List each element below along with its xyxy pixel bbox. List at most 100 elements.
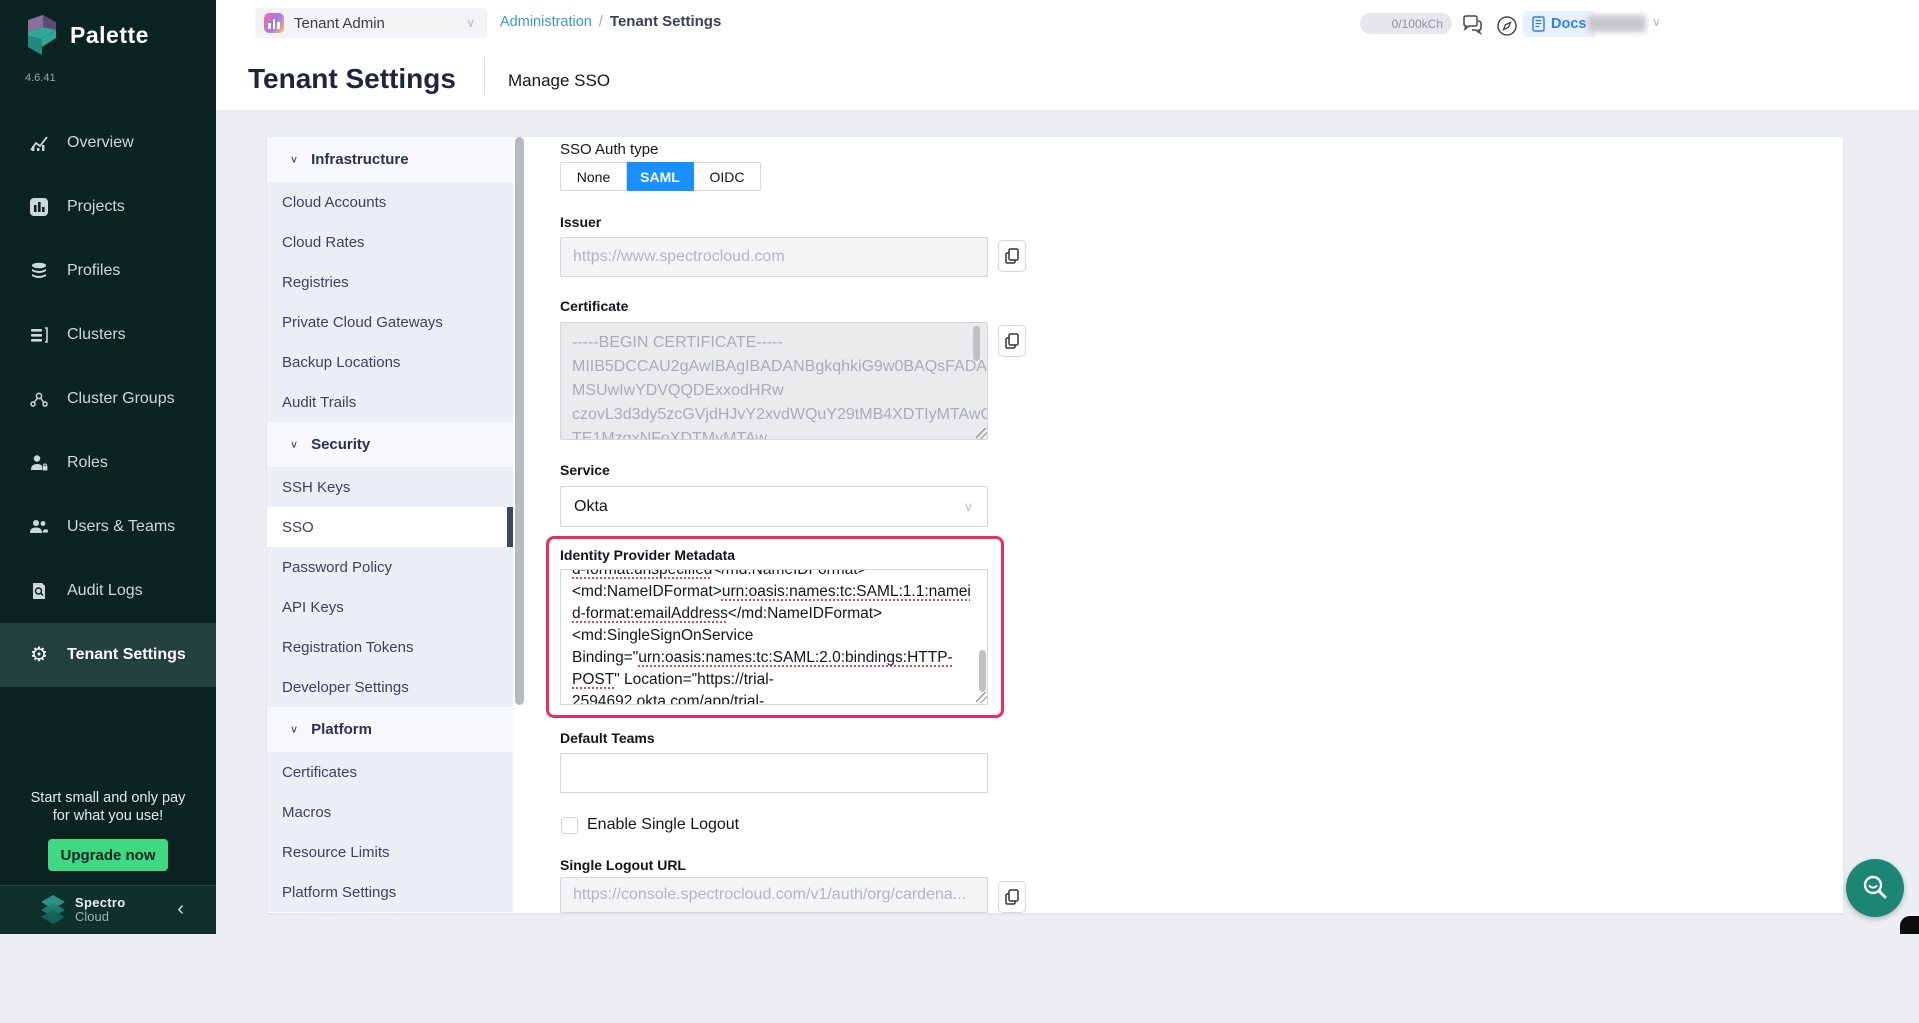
- feedback-chat-button[interactable]: [1461, 14, 1485, 42]
- settings-nav-section-platform[interactable]: ∨Platform: [267, 707, 513, 752]
- idp-metadata-line: POST" Location="https://trial-: [572, 669, 973, 691]
- top-header: Tenant Admin ∨ Administration / Tenant S…: [216, 0, 1919, 110]
- settings-nav: ∨InfrastructureCloud AccountsCloud Rates…: [267, 137, 513, 913]
- settings-nav-item-registration-tokens[interactable]: Registration Tokens: [267, 627, 513, 667]
- settings-nav-item-audit-trails[interactable]: Audit Trails: [267, 382, 513, 422]
- app-sidebar: Palette 4.6.41 Overview Projects Profile…: [0, 0, 216, 934]
- settings-nav-item-registries[interactable]: Registries: [267, 262, 513, 302]
- copy-issuer-button[interactable]: [998, 240, 1026, 272]
- idp-metadata-line: Binding="urn:oasis:names:tc:SAML:2.0:bin…: [572, 647, 973, 669]
- default-teams-input[interactable]: [560, 753, 988, 793]
- sidebar-item-projects[interactable]: Projects: [0, 175, 216, 239]
- settings-nav-item-developer-settings[interactable]: Developer Settings: [267, 667, 513, 707]
- projects-icon: [29, 197, 49, 217]
- sidebar-item-label: Audit Logs: [67, 582, 143, 600]
- tenant-scope-select[interactable]: Tenant Admin ∨: [255, 8, 487, 38]
- sidebar-item-cluster-groups[interactable]: Cluster Groups: [0, 367, 216, 431]
- users-teams-icon: [29, 517, 49, 537]
- settings-nav-scrollbar[interactable]: [515, 137, 524, 705]
- settings-nav-item-backup-locations[interactable]: Backup Locations: [267, 342, 513, 382]
- copy-certificate-button[interactable]: [998, 325, 1026, 357]
- idp-metadata-line: <md:NameIDFormat>urn:oasis:names:tc:SAML…: [572, 581, 973, 603]
- settings-nav-item-api-keys[interactable]: API Keys: [267, 587, 513, 627]
- settings-nav-item-platform-settings[interactable]: Platform Settings: [267, 872, 513, 912]
- user-menu-chevron-icon[interactable]: ∨: [1652, 15, 1661, 29]
- certificate-label: Certificate: [560, 298, 628, 314]
- upgrade-now-button[interactable]: Upgrade now: [48, 839, 168, 871]
- idp-metadata-resize-handle[interactable]: [976, 692, 987, 703]
- sidebar-item-tenant-settings[interactable]: ⚙ Tenant Settings: [0, 623, 216, 687]
- upgrade-promo-text: Start small and only pay for what you us…: [0, 789, 216, 825]
- single-logout-url-label: Single Logout URL: [560, 857, 686, 873]
- certificate-scrollbar[interactable]: [973, 326, 980, 361]
- settings-nav-item-cloud-rates[interactable]: Cloud Rates: [267, 222, 513, 262]
- sidebar-item-label: Clusters: [67, 326, 126, 344]
- sidebar-item-overview[interactable]: Overview: [0, 111, 216, 175]
- roles-icon: [29, 453, 49, 473]
- brand-line1: Spectro: [75, 895, 126, 910]
- collapse-sidebar-button[interactable]: ‹: [177, 898, 184, 921]
- clusters-icon: [29, 325, 49, 345]
- settings-nav-item-certificates[interactable]: Certificates: [267, 752, 513, 792]
- audit-logs-icon: [29, 581, 49, 601]
- sidebar-item-label: Tenant Settings: [67, 646, 186, 664]
- app-name: Palette: [70, 22, 149, 49]
- user-name-redacted[interactable]: [1588, 15, 1646, 32]
- idp-metadata-textarea[interactable]: d-format:unspecified</md:NameIDFormat><m…: [560, 569, 988, 705]
- copy-icon: [1005, 333, 1019, 349]
- sso-type-none-button[interactable]: None: [560, 162, 627, 191]
- content-area: ∨InfrastructureCloud AccountsCloud Rates…: [216, 110, 1919, 934]
- idp-metadata-scrollbar[interactable]: [979, 650, 986, 692]
- tenant-admin-icon: [264, 13, 284, 33]
- sidebar-item-roles[interactable]: Roles: [0, 431, 216, 495]
- sso-auth-type-segmented: None SAML OIDC: [560, 162, 761, 191]
- sidebar-item-label: Cluster Groups: [67, 390, 175, 408]
- idp-metadata-line: <md:SingleSignOnService: [572, 625, 973, 647]
- sidebar-item-clusters[interactable]: Clusters: [0, 303, 216, 367]
- explore-compass-button[interactable]: [1495, 14, 1519, 43]
- profiles-icon: [29, 261, 49, 281]
- title-divider: [484, 57, 485, 95]
- service-select[interactable]: Okta ∨: [560, 486, 988, 527]
- magnifier-smile-icon: [1860, 873, 1890, 903]
- screen-corner-artifact: [1900, 916, 1919, 934]
- breadcrumb-administration[interactable]: Administration: [500, 14, 592, 30]
- enable-single-logout-checkbox[interactable]: [561, 817, 578, 834]
- breadcrumb-separator: /: [599, 14, 603, 30]
- sidebar-item-audit-logs[interactable]: Audit Logs: [0, 559, 216, 623]
- sidebar-item-label: Roles: [67, 454, 108, 472]
- sidebar-item-label: Projects: [67, 198, 125, 216]
- help-search-button[interactable]: [1846, 859, 1904, 917]
- settings-nav-item-resource-limits[interactable]: Resource Limits: [267, 832, 513, 872]
- settings-nav-item-ssh-keys[interactable]: SSH Keys: [267, 467, 513, 507]
- settings-nav-item-sso[interactable]: SSO: [267, 507, 513, 547]
- issuer-input[interactable]: [560, 237, 988, 277]
- settings-nav-section-infrastructure[interactable]: ∨Infrastructure: [267, 137, 513, 182]
- settings-nav-item-cloud-accounts[interactable]: Cloud Accounts: [267, 182, 513, 222]
- single-logout-url-input[interactable]: [560, 877, 988, 913]
- active-item-indicator: [507, 507, 513, 547]
- sso-auth-type-label: SSO Auth type: [560, 141, 658, 158]
- tenant-select-value: Tenant Admin: [294, 15, 385, 32]
- settings-nav-item-macros[interactable]: Macros: [267, 792, 513, 832]
- chevron-down-icon: ∨: [290, 439, 298, 451]
- idp-metadata-label: Identity Provider Metadata: [560, 547, 735, 563]
- tab-manage-sso[interactable]: Manage SSO: [508, 71, 610, 91]
- certificate-textarea[interactable]: -----BEGIN CERTIFICATE----- MIIB5DCCAU2g…: [560, 322, 988, 440]
- sidebar-item-users-teams[interactable]: Users & Teams: [0, 495, 216, 559]
- idp-metadata-line: d-format:unspecified</md:NameIDFormat>: [572, 569, 973, 581]
- sidebar-item-profiles[interactable]: Profiles: [0, 239, 216, 303]
- docs-label: Docs: [1551, 16, 1586, 32]
- certificate-resize-handle[interactable]: [976, 428, 987, 439]
- palette-logo-icon: [22, 14, 60, 56]
- sso-type-oidc-button[interactable]: OIDC: [694, 162, 761, 191]
- settings-nav-section-security[interactable]: ∨Security: [267, 422, 513, 467]
- copy-single-logout-url-button[interactable]: [998, 881, 1026, 913]
- settings-nav-item-private-cloud-gateways[interactable]: Private Cloud Gateways: [267, 302, 513, 342]
- sso-type-saml-button[interactable]: SAML: [627, 162, 694, 191]
- app-version: 4.6.41: [25, 72, 56, 84]
- app-logo: Palette: [22, 14, 149, 56]
- docs-button[interactable]: Docs: [1523, 11, 1595, 37]
- settings-nav-item-password-policy[interactable]: Password Policy: [267, 547, 513, 587]
- chevron-down-icon: ∨: [290, 154, 298, 166]
